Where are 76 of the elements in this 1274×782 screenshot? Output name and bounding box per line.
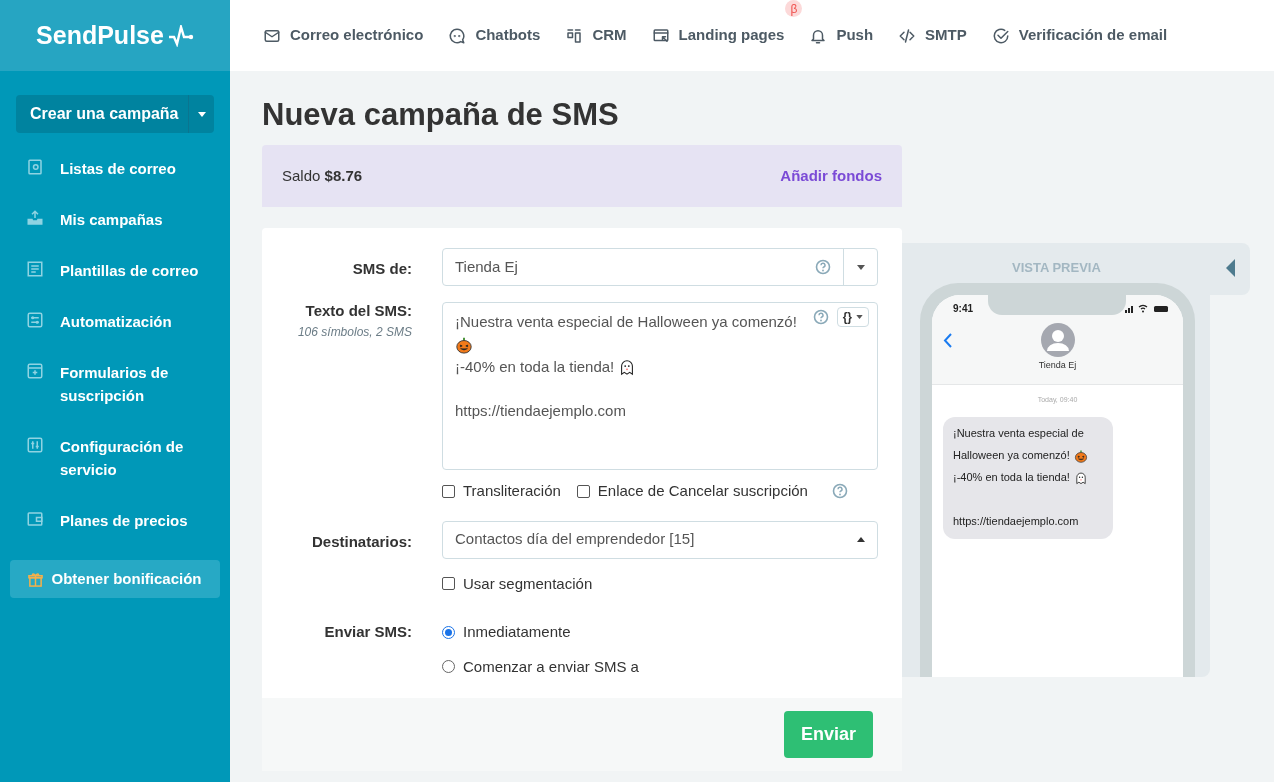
bubble-line: Halloween ya comenzó!: [953, 448, 1070, 464]
caret-icon: [857, 537, 865, 542]
help-icon[interactable]: [815, 259, 831, 275]
chat-icon: [448, 26, 467, 45]
preview-title: VISTA PREVIA: [1012, 259, 1101, 277]
gift-icon: [28, 571, 44, 587]
field-label: Destinatarios:: [310, 531, 412, 552]
message-text-area[interactable]: ¡Nuestra venta especial de Halloween ya comenzó! ¡-40% en toda la tienda! https://tiendaejemplo.com {}: [442, 302, 878, 470]
wallet-icon: [26, 510, 44, 528]
check-circle-icon: [991, 26, 1010, 45]
bonus-button[interactable]: Obtener bonificación: [10, 560, 220, 598]
logo-text[interactable]: SendPulse: [36, 16, 164, 55]
help-icon[interactable]: [812, 309, 829, 325]
checkbox[interactable]: [576, 484, 590, 498]
pumpkin-icon: [1073, 448, 1088, 463]
message-line: ¡-40% en toda la tienda!: [455, 356, 615, 377]
recipients-select[interactable]: Contactos día del emprendedor [15]: [442, 520, 878, 559]
caret-icon: [197, 111, 206, 117]
sender-select[interactable]: Tienda Ej: [442, 248, 878, 286]
nav-item[interactable]: Chatbots: [448, 24, 541, 47]
avatar-icon: [1040, 323, 1075, 357]
field-label: Texto del SMS:: [305, 301, 412, 321]
ghost-icon: [1073, 470, 1088, 485]
beta-badge: β: [785, 0, 803, 18]
sidebar-item[interactable]: Listas de correo: [26, 143, 204, 194]
upload-tray-icon: [26, 209, 44, 227]
pulse-logo-icon: [167, 24, 194, 47]
field-label: SMS de:: [351, 259, 412, 279]
nav-item[interactable]: Correo electrónico: [263, 24, 424, 47]
radio-label: Comenzar a enviar SMS a: [463, 656, 639, 677]
message-line: https://tiendaejemplo.com: [455, 401, 626, 421]
nav-item[interactable]: Verificación de email: [991, 24, 1168, 47]
sliders-icon: [26, 436, 44, 454]
form-icon: [26, 362, 44, 380]
sidebar-item[interactable]: Planes de precios: [26, 495, 204, 546]
add-funds-link[interactable]: Añadir fondos: [780, 164, 882, 188]
field-label: Enviar SMS:: [323, 622, 412, 642]
back-chevron-icon[interactable]: [943, 333, 952, 348]
contact-name: Tienda Ej: [1038, 359, 1077, 372]
address-book-icon: [26, 158, 44, 176]
status-time: 9:41: [953, 302, 973, 316]
pumpkin-icon: [455, 335, 473, 354]
balance-text: Saldo $8.76: [282, 165, 363, 186]
sidebar-item[interactable]: Configuración de servicio: [26, 421, 204, 495]
help-icon[interactable]: [832, 483, 848, 500]
flow-icon: [26, 311, 44, 329]
sidebar-item[interactable]: Plantillas de correo: [26, 245, 204, 296]
variables-button[interactable]: {}: [836, 307, 869, 327]
checkbox[interactable]: [442, 484, 455, 498]
nav-item[interactable]: CRM: [565, 24, 627, 47]
checkbox-label: Transliteración: [463, 481, 561, 501]
bubble-line: https://tiendaejemplo.com: [953, 514, 1079, 530]
caret-icon: [856, 264, 865, 270]
caret-icon: [856, 315, 863, 319]
sidebar-item[interactable]: Automatización: [26, 296, 204, 347]
character-counter: 106 símbolos, 2 SMS: [297, 323, 412, 341]
code-icon: [898, 26, 917, 45]
radio-label: Inmediatamente: [463, 622, 571, 642]
send-button[interactable]: Enviar: [783, 711, 873, 758]
collapse-arrow-icon[interactable]: [1226, 259, 1235, 277]
page-title: Nueva campaña de SMS: [262, 96, 620, 134]
nav-item[interactable]: Push: [809, 24, 874, 47]
sidebar-item[interactable]: Mis campañas: [26, 194, 204, 245]
message-line: ¡Nuestra venta especial de Halloween ya comenzó!: [455, 312, 797, 332]
columns-icon: [565, 26, 584, 45]
bubble-line: ¡-40% en toda la tienda!: [953, 470, 1070, 486]
checkbox[interactable]: [442, 577, 455, 591]
checkbox-label: Usar segmentación: [463, 573, 593, 594]
sidebar-item[interactable]: Formularios de suscripción: [26, 347, 204, 421]
create-campaign-button[interactable]: Crear una campaña: [16, 95, 188, 133]
document-icon: [26, 260, 44, 278]
bubble-line: ¡Nuestra venta especial de: [953, 426, 1084, 442]
browser-icon: [651, 26, 670, 45]
nav-item[interactable]: SMTP: [898, 24, 967, 47]
status-icons: [1125, 304, 1169, 313]
checkbox-label: Enlace de Cancelar suscripción: [597, 481, 808, 501]
